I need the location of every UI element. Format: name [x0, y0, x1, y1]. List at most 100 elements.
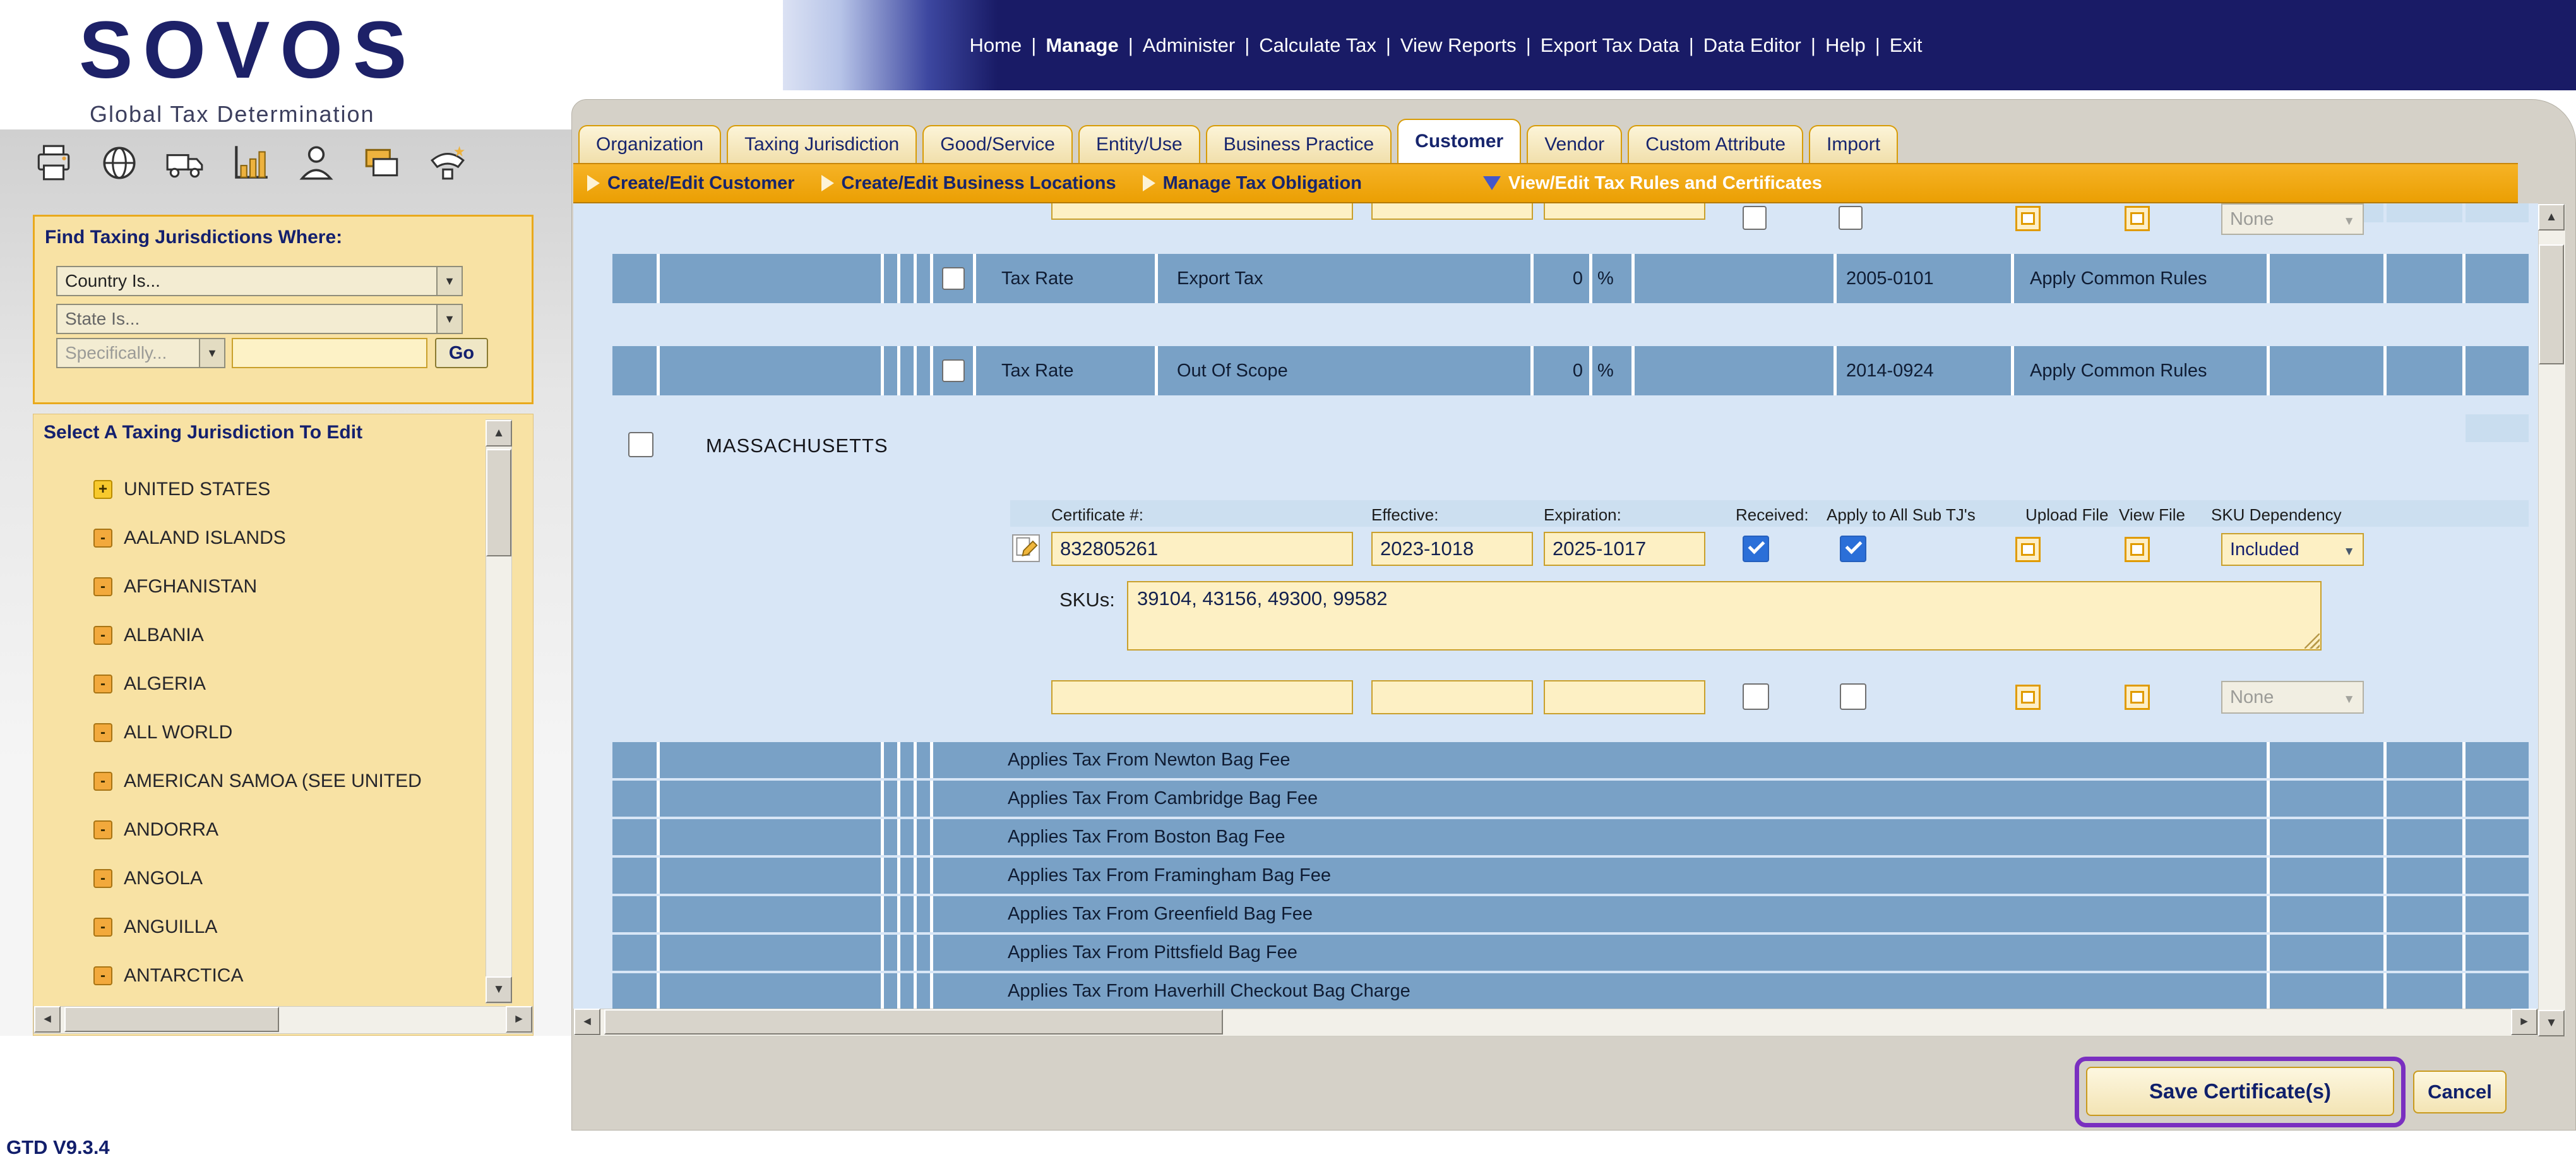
- scroll-left-button[interactable]: [34, 1006, 61, 1033]
- tree-toggle-icon[interactable]: -: [93, 917, 112, 937]
- tree-toggle-icon[interactable]: -: [93, 723, 112, 742]
- partial-effective-date-input[interactable]: [1371, 203, 1533, 220]
- jurisdiction-item-angola[interactable]: - ANGOLA: [59, 854, 475, 903]
- scroll-right-button[interactable]: [506, 1006, 532, 1033]
- nav-item-data-editor[interactable]: Data Editor: [1703, 34, 1801, 57]
- phone-icon[interactable]: [427, 142, 468, 184]
- tab-business-practice[interactable]: Business Practice: [1205, 125, 1392, 163]
- nav-item-administer[interactable]: Administer: [1143, 34, 1235, 57]
- jurisdiction-item-anguilla[interactable]: - ANGUILLA: [59, 903, 475, 951]
- new-expiration-date-input[interactable]: [1544, 680, 1705, 714]
- jurisdiction-item-united-states[interactable]: + UNITED STATES: [59, 465, 475, 513]
- tree-toggle-icon[interactable]: -: [93, 868, 112, 888]
- jurisdiction-item-all-world[interactable]: - ALL WORLD: [59, 708, 475, 757]
- tab-customer[interactable]: Customer: [1397, 119, 1522, 163]
- jurisdiction-item-andorra[interactable]: - ANDORRA: [59, 805, 475, 854]
- tree-toggle-icon[interactable]: -: [93, 577, 112, 596]
- partial-apply-all-checkbox[interactable]: [1839, 206, 1863, 230]
- country-select[interactable]: Country Is...: [56, 266, 463, 296]
- go-button[interactable]: Go: [435, 338, 488, 368]
- printer-icon[interactable]: [33, 142, 75, 184]
- user-icon[interactable]: [295, 142, 337, 184]
- cancel-button[interactable]: Cancel: [2413, 1071, 2507, 1113]
- sku-dependency-select[interactable]: Included: [2221, 533, 2364, 566]
- scroll-thumb[interactable]: [604, 1009, 1223, 1035]
- view-file-icon[interactable]: [2125, 685, 2150, 710]
- find-jurisdiction-input[interactable]: [232, 338, 427, 368]
- resize-grip-icon[interactable]: [2305, 633, 2320, 649]
- tree-toggle-icon[interactable]: +: [93, 479, 112, 499]
- new-certificate-number-input[interactable]: [1051, 680, 1353, 714]
- tree-toggle-icon[interactable]: -: [93, 966, 112, 985]
- tree-toggle-icon[interactable]: -: [93, 528, 112, 548]
- scroll-up-button[interactable]: [2538, 204, 2565, 231]
- partial-sku-dependency-select[interactable]: None: [2221, 203, 2364, 235]
- scroll-thumb[interactable]: [2539, 244, 2564, 364]
- scroll-up-button[interactable]: [486, 420, 512, 447]
- chevron-down-icon[interactable]: [436, 267, 462, 295]
- apply-all-checkbox[interactable]: [1840, 536, 1866, 562]
- tab-entity-use[interactable]: Entity/Use: [1078, 125, 1200, 163]
- effective-date-input[interactable]: [1371, 532, 1533, 566]
- tab-vendor[interactable]: Vendor: [1527, 125, 1623, 163]
- save-certificates-button[interactable]: Save Certificate(s): [2086, 1067, 2394, 1116]
- new-sku-dependency-select[interactable]: None: [2221, 681, 2364, 714]
- jurisdiction-checkbox[interactable]: [628, 432, 653, 457]
- new-apply-all-checkbox[interactable]: [1840, 683, 1866, 710]
- nav-item-home[interactable]: Home: [970, 34, 1022, 57]
- scroll-thumb[interactable]: [64, 1007, 279, 1032]
- tab-good-service[interactable]: Good/Service: [922, 125, 1073, 163]
- tab-import[interactable]: Import: [1809, 125, 1899, 163]
- nav-item-calculate-tax[interactable]: Calculate Tax: [1259, 34, 1376, 57]
- partial-received-checkbox[interactable]: [1743, 206, 1767, 230]
- jurisdiction-item-afghanistan[interactable]: - AFGHANISTAN: [59, 562, 475, 611]
- breadcrumb-item-create-edit-business-locations[interactable]: Create/Edit Business Locations: [821, 173, 1116, 194]
- tree-toggle-icon[interactable]: -: [93, 625, 112, 645]
- received-checkbox[interactable]: [1743, 536, 1769, 562]
- nav-item-export-tax-data[interactable]: Export Tax Data: [1541, 34, 1679, 57]
- tab-taxing-jurisdiction[interactable]: Taxing Jurisdiction: [727, 125, 917, 163]
- tab-organization[interactable]: Organization: [578, 125, 722, 163]
- tree-toggle-icon[interactable]: -: [93, 820, 112, 839]
- jurisdiction-item-albania[interactable]: - ALBANIA: [59, 611, 475, 659]
- scroll-left-button[interactable]: [574, 1009, 600, 1035]
- new-effective-date-input[interactable]: [1371, 680, 1533, 714]
- scroll-down-button[interactable]: [486, 976, 512, 1003]
- scroll-down-button[interactable]: [2538, 1010, 2565, 1036]
- tax-row-checkbox[interactable]: [941, 359, 965, 382]
- chevron-down-icon[interactable]: [436, 305, 462, 333]
- certificate-number-input[interactable]: [1051, 532, 1353, 566]
- jurisdiction-item-algeria[interactable]: - ALGERIA: [59, 659, 475, 708]
- partial-certificate-number-input[interactable]: [1051, 203, 1353, 220]
- breadcrumb-item-manage-tax-obligation[interactable]: Manage Tax Obligation: [1142, 173, 1362, 194]
- partial-expiration-date-input[interactable]: [1544, 203, 1705, 220]
- scroll-right-button[interactable]: [2511, 1009, 2537, 1035]
- skus-textarea[interactable]: 39104, 43156, 49300, 99582: [1127, 581, 2322, 651]
- upload-file-icon[interactable]: [2015, 206, 2041, 231]
- truck-icon[interactable]: [164, 142, 206, 184]
- cards-icon[interactable]: [361, 142, 403, 184]
- new-received-checkbox[interactable]: [1743, 683, 1769, 710]
- nav-item-manage[interactable]: Manage: [1046, 34, 1118, 57]
- upload-file-icon[interactable]: [2015, 537, 2041, 562]
- state-select[interactable]: State Is...: [56, 304, 463, 334]
- chart-icon[interactable]: [230, 142, 271, 184]
- scroll-thumb[interactable]: [486, 449, 511, 556]
- jurisdiction-item-antarctica[interactable]: - ANTARCTICA: [59, 951, 475, 1000]
- tab-custom-attribute[interactable]: Custom Attribute: [1628, 125, 1804, 163]
- breadcrumb-item-view-edit-tax-rules-and-certificates[interactable]: View/Edit Tax Rules and Certificates: [1482, 173, 1822, 194]
- breadcrumb-item-create-edit-customer[interactable]: Create/Edit Customer: [587, 173, 795, 194]
- tree-toggle-icon[interactable]: -: [93, 771, 112, 791]
- edit-certificate-icon[interactable]: [1012, 534, 1040, 562]
- view-file-icon[interactable]: [2125, 206, 2150, 231]
- nav-item-exit[interactable]: Exit: [1890, 34, 1923, 57]
- globe-icon[interactable]: [98, 142, 140, 184]
- view-file-icon[interactable]: [2125, 537, 2150, 562]
- nav-item-view-reports[interactable]: View Reports: [1400, 34, 1517, 57]
- chevron-down-icon[interactable]: [199, 339, 224, 367]
- nav-item-help[interactable]: Help: [1825, 34, 1866, 57]
- tax-row-checkbox[interactable]: [941, 267, 965, 290]
- jurisdiction-item-aaland-islands[interactable]: - AALAND ISLANDS: [59, 513, 475, 562]
- expiration-date-input[interactable]: [1544, 532, 1705, 566]
- jurisdiction-item-american-samoa-see-united[interactable]: - AMERICAN SAMOA (SEE UNITED: [59, 757, 475, 805]
